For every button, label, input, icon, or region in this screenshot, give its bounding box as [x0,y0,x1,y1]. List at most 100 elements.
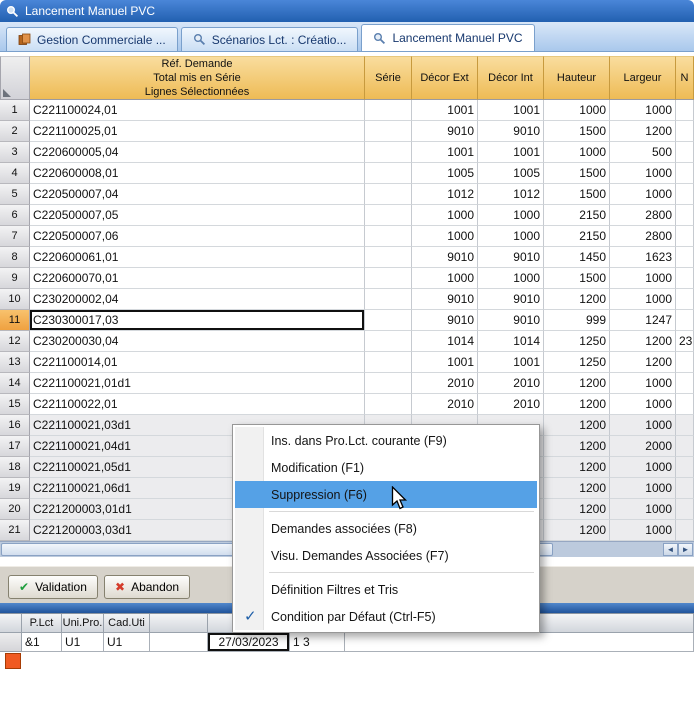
cell-hauteur[interactable]: 1500 [544,184,610,205]
cell-decor-ext[interactable]: 9010 [412,310,478,331]
cell-largeur[interactable]: 1000 [610,184,676,205]
cell-hauteur[interactable]: 1200 [544,415,610,436]
row-number[interactable]: 16 [0,415,30,436]
row-number[interactable]: 8 [0,247,30,268]
cell-hauteur[interactable]: 1500 [544,121,610,142]
cell-hauteur[interactable]: 999 [544,310,610,331]
row-number[interactable]: 19 [0,478,30,499]
cell-n[interactable] [676,184,694,205]
cell-decor-int[interactable]: 1012 [478,184,544,205]
cell-serie[interactable] [365,184,412,205]
cell-decor-int[interactable]: 9010 [478,310,544,331]
row-number[interactable]: 14 [0,373,30,394]
menu-item-suppression[interactable]: Suppression (F6) [235,481,537,508]
cell-serie[interactable] [365,142,412,163]
cell-decor-int[interactable]: 1000 [478,268,544,289]
column-header-n[interactable]: N [676,56,694,100]
row-number[interactable]: 18 [0,457,30,478]
row-number[interactable]: 13 [0,352,30,373]
cell-ref-demande[interactable]: C221100024,01 [30,100,365,121]
row-number[interactable]: 11 [0,310,30,331]
cell-decor-ext[interactable]: 1005 [412,163,478,184]
cell-n[interactable] [676,142,694,163]
scroll-right-button[interactable]: ► [678,543,693,556]
cell-serie[interactable] [365,394,412,415]
cell-hauteur[interactable]: 1200 [544,289,610,310]
row-number[interactable]: 5 [0,184,30,205]
cell-ref-demande[interactable]: C221100022,01 [30,394,365,415]
cell-serie[interactable] [365,163,412,184]
cell-n[interactable] [676,457,694,478]
tab-scenarios-lct[interactable]: Scénarios Lct. : Créatio... [181,27,359,51]
cell-serie[interactable] [365,289,412,310]
menu-item-visu-demandes-associees[interactable]: Visu. Demandes Associées (F7) [235,542,537,569]
grid-corner-cell[interactable] [0,56,30,100]
cell-decor-int[interactable]: 2010 [478,373,544,394]
cell-ref-demande[interactable]: C220600005,04 [30,142,365,163]
cell-largeur[interactable]: 1000 [610,478,676,499]
cell-serie[interactable] [365,205,412,226]
cell-ref-demande[interactable]: C230200002,04 [30,289,365,310]
cell-n[interactable] [676,163,694,184]
cell-largeur[interactable]: 1000 [610,520,676,541]
row-number[interactable]: 17 [0,436,30,457]
cell-hauteur[interactable]: 1250 [544,352,610,373]
row-number[interactable]: 6 [0,205,30,226]
cell-decor-ext[interactable]: 2010 [412,373,478,394]
cell-largeur[interactable]: 1000 [610,499,676,520]
cell-hauteur[interactable]: 1200 [544,478,610,499]
cell-largeur[interactable]: 1000 [610,289,676,310]
cell-largeur[interactable]: 1623 [610,247,676,268]
cell-serie[interactable] [365,331,412,352]
cell-date[interactable]: 27/03/2023 [208,633,290,652]
cell-hauteur[interactable]: 1000 [544,100,610,121]
cell-serie[interactable] [365,247,412,268]
menu-item-definition-filtres-tris[interactable]: Définition Filtres et Tris [235,576,537,603]
cell-largeur[interactable]: 2800 [610,226,676,247]
row-number[interactable]: 1 [0,100,30,121]
cell-n[interactable] [676,394,694,415]
cell-decor-ext[interactable]: 1000 [412,268,478,289]
cell-ref-demande[interactable]: C221100021,01d1 [30,373,365,394]
tab-gestion-commerciale[interactable]: Gestion Commerciale ... [6,27,178,51]
column-header-serie[interactable]: Série [365,56,412,100]
cell-serie[interactable] [365,121,412,142]
tab-lancement-manuel-pvc[interactable]: Lancement Manuel PVC [361,24,534,51]
cell-n[interactable] [676,310,694,331]
cell-decor-int[interactable]: 1000 [478,205,544,226]
cell-n[interactable] [676,268,694,289]
row-number[interactable]: 20 [0,499,30,520]
cell-serie[interactable] [365,373,412,394]
cell-decor-int[interactable]: 2010 [478,394,544,415]
cell-largeur[interactable]: 2000 [610,436,676,457]
cell-decor-ext[interactable]: 1001 [412,100,478,121]
cell-ref-demande[interactable]: C221100025,01 [30,121,365,142]
cell-hauteur[interactable]: 2150 [544,226,610,247]
row-number[interactable]: 3 [0,142,30,163]
cell-unipro[interactable]: U1 [62,633,104,652]
bottom-header-caduti[interactable]: Cad.Uti [104,614,150,633]
cell-largeur[interactable]: 2800 [610,205,676,226]
cell-hauteur[interactable]: 1200 [544,457,610,478]
cell-ref-demande[interactable]: C230300017,03 [30,310,365,331]
cell-n[interactable] [676,352,694,373]
cell-decor-ext[interactable]: 1001 [412,142,478,163]
row-number[interactable]: 9 [0,268,30,289]
validation-button[interactable]: ✔ Validation [8,575,98,599]
cell-decor-ext[interactable]: 1000 [412,226,478,247]
row-number[interactable]: 7 [0,226,30,247]
cell-largeur[interactable]: 1200 [610,121,676,142]
cell-hauteur[interactable]: 1000 [544,142,610,163]
cell-n[interactable] [676,205,694,226]
menu-item-condition-par-defaut[interactable]: ✓ Condition par Défaut (Ctrl-F5) [235,603,537,630]
cell-n[interactable] [676,520,694,541]
cell-largeur[interactable]: 1200 [610,352,676,373]
cell-n[interactable] [676,100,694,121]
menu-item-demandes-associees[interactable]: Demandes associées (F8) [235,515,537,542]
cell-n[interactable] [676,247,694,268]
cell-decor-ext[interactable]: 9010 [412,289,478,310]
cell-ref-demande[interactable]: C220600008,01 [30,163,365,184]
cell-decor-int[interactable]: 1001 [478,352,544,373]
cell-serie[interactable] [365,352,412,373]
cell-ref-demande[interactable]: C220500007,04 [30,184,365,205]
